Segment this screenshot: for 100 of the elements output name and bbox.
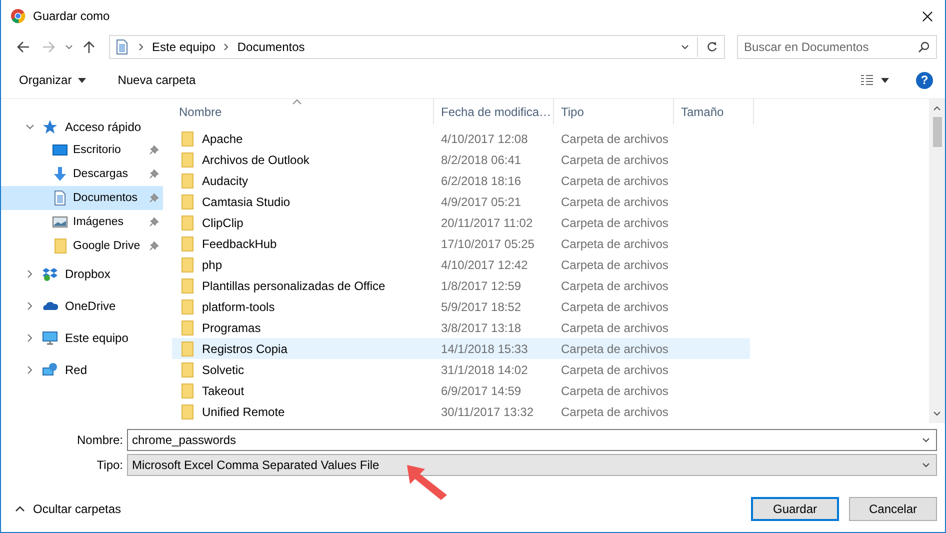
file-row[interactable]: Audacity 6/2/2018 18:16 Carpeta de archivos xyxy=(172,170,750,191)
breadcrumb-item[interactable]: Documentos xyxy=(237,40,305,54)
file-type: Carpeta de archivos xyxy=(561,236,668,250)
expand-chevron-icon[interactable] xyxy=(25,269,35,279)
file-type: Carpeta de archivos xyxy=(561,320,668,334)
folder-icon xyxy=(179,382,195,398)
window-title: Guardar como xyxy=(33,9,110,23)
file-row[interactable]: Apache 4/10/2017 12:08 Carpeta de archivos xyxy=(172,128,750,149)
file-type: Carpeta de archivos xyxy=(561,216,668,230)
breadcrumb-chevron-icon xyxy=(223,43,230,51)
chevron-down-icon[interactable] xyxy=(65,43,73,51)
folder-icon xyxy=(179,256,195,272)
file-type: Carpeta de archivos xyxy=(561,132,668,146)
sidebar-item[interactable]: Documentos xyxy=(1,186,163,210)
hide-folders-button[interactable]: Ocultar carpetas xyxy=(13,500,124,518)
breadcrumb-item[interactable]: Este equipo xyxy=(152,40,216,54)
organize-menu-button[interactable]: Organizar xyxy=(11,70,94,90)
folder-icon xyxy=(179,404,195,420)
dropbox-icon xyxy=(42,266,58,282)
computer-icon xyxy=(42,330,58,346)
column-header[interactable]: Fecha de modifica… xyxy=(434,99,554,124)
file-name: Camtasia Studio xyxy=(202,194,290,208)
file-type-dropdown[interactable]: Microsoft Excel Comma Separated Values File xyxy=(127,454,937,476)
caret-icon xyxy=(78,78,86,82)
file-row[interactable]: Registros Copia 14/1/2018 15:33 Carpeta de archivos xyxy=(172,338,750,359)
sidebar-item[interactable]: Escritorio xyxy=(1,138,163,162)
folder-icon xyxy=(179,130,195,146)
new-folder-button[interactable]: Nueva carpeta xyxy=(110,70,204,90)
file-row[interactable]: Plantillas personalizadas de Office 1/8/2017 12:59 Carpeta de archivos xyxy=(172,275,750,296)
modified-date: 6/9/2017 14:59 xyxy=(441,384,522,398)
image-icon xyxy=(52,214,68,230)
file-row[interactable]: Solvetic 31/1/2018 14:02 Carpeta de archivos xyxy=(172,359,750,380)
file-row[interactable]: Unified Remote 30/11/2017 13:32 Carpeta de archivos xyxy=(172,401,750,422)
file-row[interactable]: php 4/10/2017 12:42 Carpeta de archivos xyxy=(172,254,750,275)
chevron-down-icon[interactable] xyxy=(922,436,930,444)
expand-chevron-icon[interactable] xyxy=(25,301,35,311)
folder-icon xyxy=(179,194,195,210)
refresh-icon[interactable] xyxy=(706,41,718,53)
folder-icon xyxy=(179,214,195,230)
folder-icon xyxy=(179,320,195,336)
file-type: Carpeta de archivos xyxy=(561,342,668,356)
column-header[interactable]: Tamaño xyxy=(674,99,754,124)
search-icon xyxy=(918,41,930,53)
file-name: platform-tools xyxy=(202,300,275,314)
file-row[interactable]: Programas 3/8/2017 13:18 Carpeta de archivos xyxy=(172,317,750,338)
folder-icon xyxy=(179,298,195,314)
sidebar-item[interactable]: Descargas xyxy=(1,162,163,186)
help-button[interactable]: ? xyxy=(916,72,933,88)
browser-logo-icon xyxy=(10,8,26,24)
field-label: Tipo: xyxy=(96,458,124,472)
column-header[interactable]: Tipo xyxy=(554,99,674,124)
close-icon[interactable] xyxy=(922,10,933,22)
modified-date: 8/2/2018 06:41 xyxy=(441,152,522,166)
column-header[interactable]: Nombre xyxy=(172,99,434,124)
file-type: Carpeta de archivos xyxy=(561,258,668,272)
sidebar-item[interactable]: Este equipo xyxy=(1,322,163,354)
save-button[interactable]: Guardar xyxy=(751,497,839,521)
file-row[interactable]: FeedbackHub 17/10/2017 05:25 Carpeta de archivos xyxy=(172,233,750,254)
expand-chevron-icon[interactable] xyxy=(25,365,35,375)
folder-icon xyxy=(52,238,68,254)
file-type: Carpeta de archivos xyxy=(561,404,668,418)
desktop-icon xyxy=(52,142,68,158)
file-name: Registros Copia xyxy=(202,342,288,356)
scroll-up-icon[interactable] xyxy=(933,105,941,111)
scroll-thumb[interactable] xyxy=(932,117,942,147)
modified-date: 17/10/2017 05:25 xyxy=(441,236,534,250)
sidebar-item[interactable]: OneDrive xyxy=(1,290,163,322)
modified-date: 4/9/2017 05:21 xyxy=(441,194,522,208)
sidebar-item[interactable]: Acceso rápido xyxy=(1,116,163,138)
scroll-down-icon[interactable] xyxy=(933,411,941,417)
expand-chevron-icon[interactable] xyxy=(25,333,35,343)
chevron-down-icon[interactable] xyxy=(922,461,930,469)
expand-chevron-icon[interactable] xyxy=(25,122,35,132)
modified-date: 4/10/2017 12:42 xyxy=(441,258,528,272)
file-name-field[interactable]: chrome_passwords xyxy=(127,429,937,451)
modified-date: 4/10/2017 12:08 xyxy=(441,132,528,146)
file-row[interactable]: platform-tools 5/9/2017 18:52 Carpeta de archivos xyxy=(172,296,750,317)
search-field[interactable]: Buscar en Documentos xyxy=(737,35,937,59)
file-row[interactable]: Archivos de Outlook 8/2/2018 06:41 Carpeta de archivos xyxy=(172,149,750,170)
modified-date: 20/11/2017 11:02 xyxy=(441,216,533,230)
sidebar-item[interactable]: Red xyxy=(1,354,163,386)
sidebar-item[interactable]: Dropbox xyxy=(1,258,163,290)
up-arrow-icon[interactable] xyxy=(82,40,96,54)
file-row[interactable]: Camtasia Studio 4/9/2017 05:21 Carpeta de archivos xyxy=(172,191,750,212)
back-arrow-icon[interactable] xyxy=(16,40,30,54)
cancel-button[interactable]: Cancelar xyxy=(849,497,937,521)
sidebar-item[interactable]: Google Drive xyxy=(1,234,163,258)
file-row[interactable]: ClipClip 20/11/2017 11:02 Carpeta de archivos xyxy=(172,212,750,233)
file-name: Apache xyxy=(202,132,243,146)
file-row[interactable]: Takeout 6/9/2017 14:59 Carpeta de archivos xyxy=(172,380,750,401)
file-name: Plantillas personalizadas de Office xyxy=(202,278,386,292)
sidebar-item[interactable]: Imágenes xyxy=(1,210,163,234)
modified-date: 31/1/2018 14:02 xyxy=(441,362,528,376)
file-type: Carpeta de archivos xyxy=(561,362,668,376)
address-bar[interactable]: Este equipo Documentos xyxy=(109,35,725,59)
view-options-icon[interactable] xyxy=(860,74,890,86)
modified-date: 1/8/2017 12:59 xyxy=(441,278,522,292)
folder-icon xyxy=(179,340,195,356)
scrollbar[interactable] xyxy=(929,99,945,423)
chevron-down-icon[interactable] xyxy=(681,43,689,51)
